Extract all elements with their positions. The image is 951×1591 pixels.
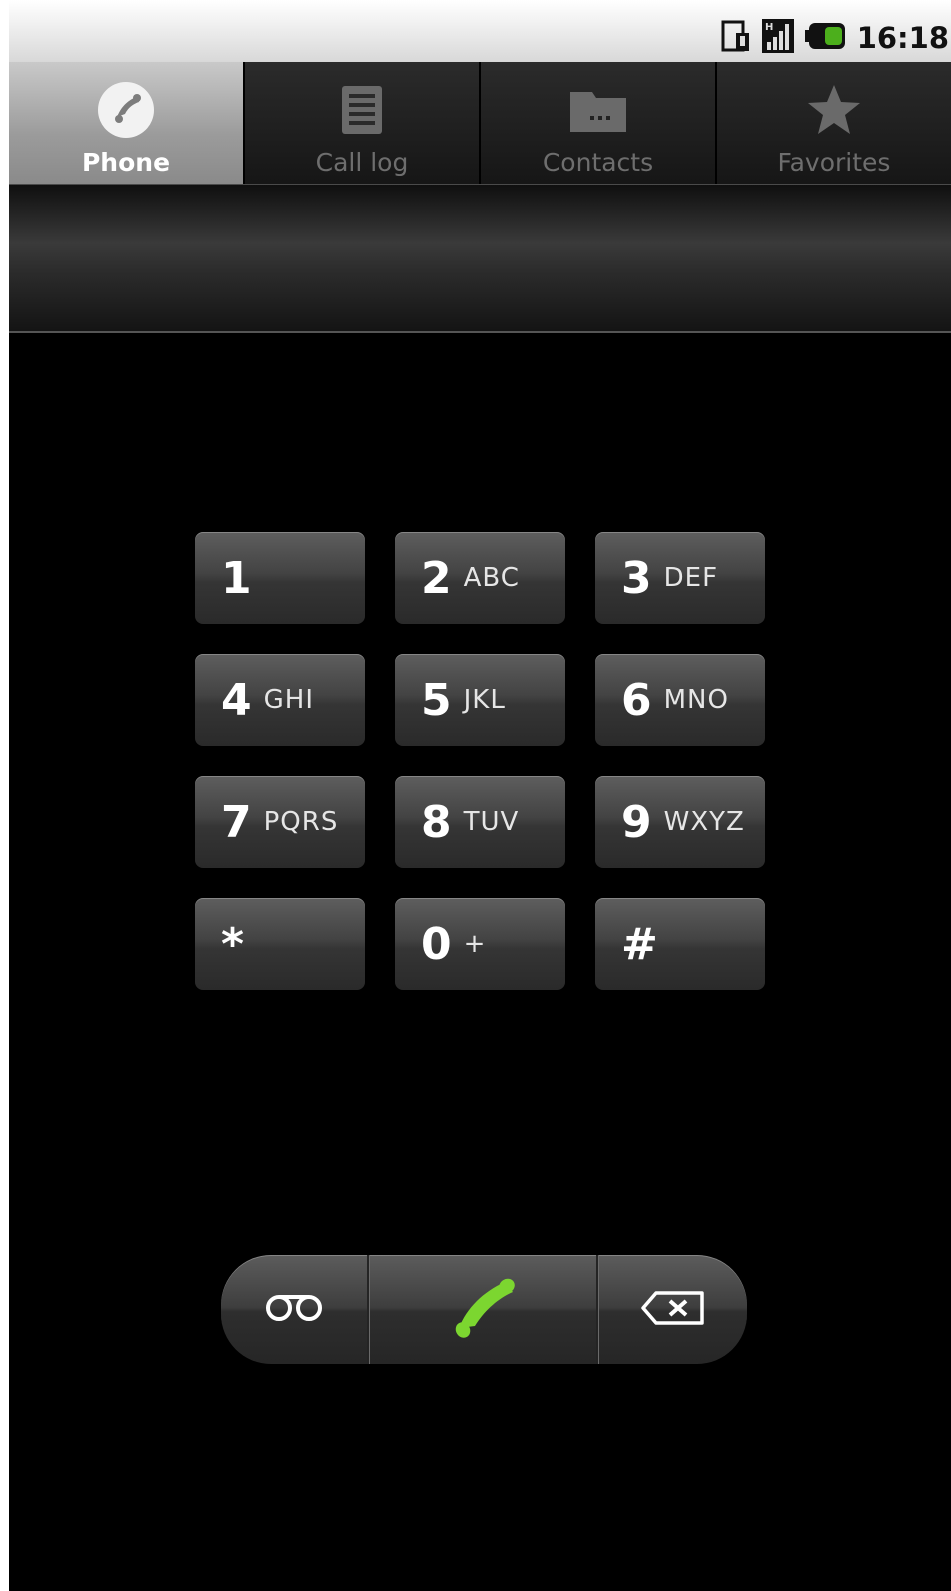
key-5[interactable]: 5 JKL bbox=[395, 654, 565, 746]
key-digit: * bbox=[221, 918, 245, 970]
tab-label-call-log: Call log bbox=[315, 148, 409, 177]
key-star[interactable]: * bbox=[195, 898, 365, 990]
key-8[interactable]: 8 TUV bbox=[395, 776, 565, 868]
key-digit: 3 bbox=[621, 552, 652, 604]
key-1[interactable]: 1 bbox=[195, 532, 365, 624]
tab-bar: Phone Call log Contacts Favorites bbox=[9, 62, 951, 184]
key-0[interactable]: 0 + bbox=[395, 898, 565, 990]
tab-label-contacts: Contacts bbox=[542, 148, 654, 177]
tab-phone[interactable]: Phone bbox=[9, 62, 245, 184]
dialed-digits-field[interactable] bbox=[9, 184, 951, 333]
svg-text:H: H bbox=[765, 22, 773, 33]
key-2[interactable]: 2 ABC bbox=[395, 532, 565, 624]
key-letters: + bbox=[463, 929, 487, 959]
key-digit: 8 bbox=[421, 796, 452, 848]
key-digit: # bbox=[621, 918, 658, 970]
phone-icon bbox=[94, 78, 158, 142]
key-digit: 1 bbox=[221, 552, 252, 604]
key-hash[interactable]: # bbox=[595, 898, 765, 990]
key-9[interactable]: 9 WXYZ bbox=[595, 776, 765, 868]
key-digit: 9 bbox=[621, 796, 652, 848]
status-time: 16:18 bbox=[856, 21, 949, 55]
tab-contacts[interactable]: Contacts bbox=[481, 62, 717, 184]
call-log-icon bbox=[330, 78, 394, 142]
key-4[interactable]: 4 GHI bbox=[195, 654, 365, 746]
tab-label-favorites: Favorites bbox=[777, 148, 891, 177]
voicemail-icon bbox=[264, 1292, 324, 1328]
status-bar: H 16:18 bbox=[9, 0, 951, 62]
battery-icon bbox=[804, 21, 847, 55]
dialer-screen: H 16:18 Phone Call log Contacts Favorite… bbox=[9, 0, 951, 1591]
key-letters: PQRS bbox=[263, 807, 339, 837]
sim-card-icon bbox=[721, 19, 751, 57]
call-icon bbox=[443, 1268, 523, 1352]
key-letters: JKL bbox=[463, 685, 506, 715]
key-letters: TUV bbox=[463, 807, 520, 837]
key-digit: 7 bbox=[221, 796, 252, 848]
status-icons: H 16:18 bbox=[721, 18, 951, 58]
key-digit: 0 bbox=[421, 918, 452, 970]
dialer-action-bar bbox=[221, 1255, 747, 1364]
delete-button[interactable] bbox=[598, 1255, 747, 1364]
tab-label-phone: Phone bbox=[81, 148, 171, 177]
key-letters: GHI bbox=[263, 685, 314, 715]
signal-icon: H bbox=[761, 18, 795, 58]
key-3[interactable]: 3 DEF bbox=[595, 532, 765, 624]
contacts-icon bbox=[566, 78, 630, 142]
key-digit: 6 bbox=[621, 674, 652, 726]
key-digit: 2 bbox=[421, 552, 452, 604]
star-icon bbox=[802, 78, 866, 142]
key-letters: DEF bbox=[663, 563, 719, 593]
backspace-icon bbox=[640, 1290, 706, 1330]
key-letters: WXYZ bbox=[663, 807, 745, 837]
tab-call-log[interactable]: Call log bbox=[245, 62, 481, 184]
key-6[interactable]: 6 MNO bbox=[595, 654, 765, 746]
key-digit: 4 bbox=[221, 674, 252, 726]
key-letters: ABC bbox=[463, 563, 520, 593]
call-button[interactable] bbox=[369, 1255, 598, 1364]
tab-favorites[interactable]: Favorites bbox=[717, 62, 951, 184]
key-letters: MNO bbox=[663, 685, 729, 715]
key-digit: 5 bbox=[421, 674, 452, 726]
battery-fill bbox=[824, 27, 842, 45]
voicemail-button[interactable] bbox=[221, 1255, 369, 1364]
key-7[interactable]: 7 PQRS bbox=[195, 776, 365, 868]
